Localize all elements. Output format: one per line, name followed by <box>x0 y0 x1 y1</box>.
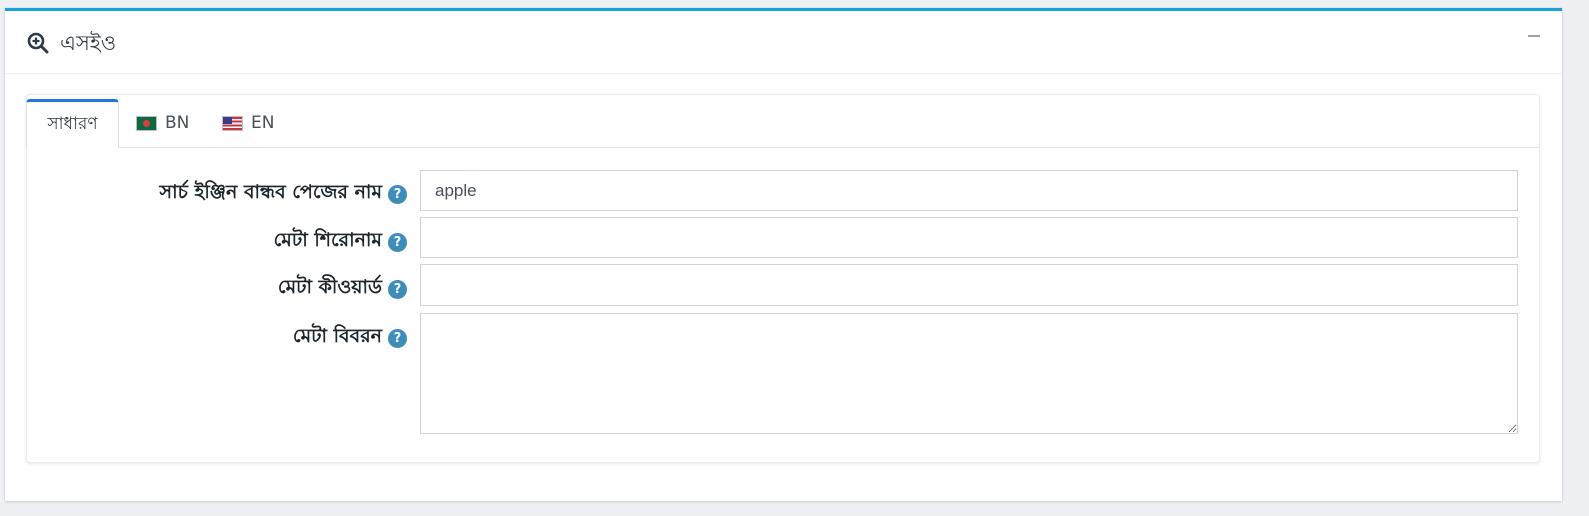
meta-keywords-label-text: মেটা কীওয়ার্ড <box>277 276 382 298</box>
tab-general-label: সাধারণ <box>47 113 98 134</box>
search-plus-icon <box>27 32 49 54</box>
minus-icon[interactable] <box>1528 35 1540 37</box>
tab-bn-label: BN <box>165 113 190 133</box>
bangladesh-flag-icon <box>137 116 156 130</box>
language-tabs: সাধারণ BN EN <box>26 95 1539 148</box>
meta-title-input[interactable] <box>420 217 1518 258</box>
tab-en[interactable]: EN <box>223 99 274 147</box>
seo-tab-panel: সাধারণ BN EN সার্চ ইঞ্জিন বান্ধব পেজের ন… <box>26 94 1540 463</box>
tab-en-label: EN <box>251 113 275 133</box>
us-flag-icon <box>223 116 242 130</box>
help-icon[interactable]: ? <box>388 184 407 204</box>
meta-description-label: মেটা বিবরন ? <box>293 322 407 354</box>
help-icon[interactable]: ? <box>388 232 407 252</box>
seo-name-label: সার্চ ইঞ্জিন বান্ধব পেজের নাম ? <box>160 178 407 210</box>
meta-keywords-label: মেটা কীওয়ার্ড ? <box>278 273 407 305</box>
card-title: এসইও <box>60 31 117 55</box>
seo-card: এসইও সাধারণ BN EN সার্চ ইঞ্জিন বান্ধব পে… <box>5 8 1562 501</box>
meta-description-label-text: মেটা বিবরন <box>292 325 382 347</box>
seo-name-input[interactable] <box>420 170 1518 211</box>
seo-name-label-text: সার্চ ইঞ্জিন বান্ধব পেজের নাম <box>159 181 382 203</box>
help-icon[interactable]: ? <box>388 279 407 299</box>
tab-bn[interactable]: BN <box>137 99 189 147</box>
meta-keywords-input[interactable] <box>420 264 1518 306</box>
meta-description-textarea[interactable] <box>420 313 1518 434</box>
tab-general[interactable]: সাধারণ <box>26 99 119 148</box>
card-header: এসইও <box>5 11 1562 74</box>
meta-title-label-text: মেটা শিরোনাম <box>273 229 382 251</box>
meta-title-label: মেটা শিরোনাম ? <box>274 226 407 258</box>
help-icon[interactable]: ? <box>388 328 407 348</box>
